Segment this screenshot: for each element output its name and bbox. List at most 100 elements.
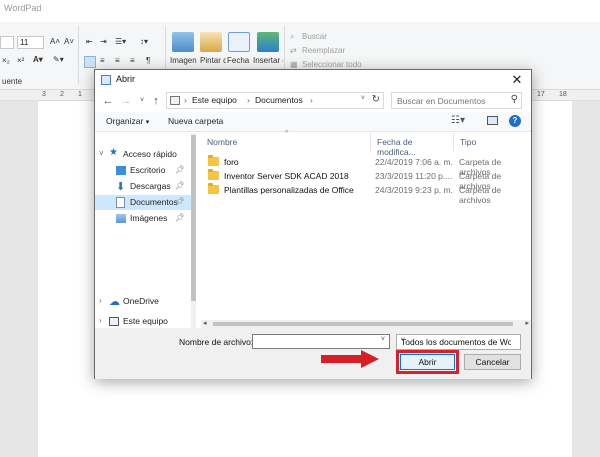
file-row[interactable]: Inventor Server SDK ACAD 2018 23/3/2019 … bbox=[201, 169, 531, 191]
nav-label: Documentos bbox=[130, 197, 178, 207]
font-color-icon[interactable]: A▾ bbox=[33, 55, 43, 64]
column-date[interactable]: Fecha de modifica... bbox=[370, 133, 454, 157]
pin-icon: 📌︎ bbox=[174, 213, 185, 222]
scroll-right-icon[interactable]: ▸ bbox=[525, 319, 529, 327]
superscript-icon[interactable]: ×² bbox=[17, 56, 24, 65]
find-button[interactable]: Buscar bbox=[302, 32, 327, 41]
select-all-icon[interactable]: ▦ bbox=[290, 60, 298, 69]
grow-font-icon[interactable]: A˄ bbox=[50, 37, 60, 46]
up-arrow-icon[interactable]: ↑ bbox=[149, 94, 163, 108]
nav-label: Este equipo bbox=[123, 316, 168, 326]
preview-pane-icon[interactable] bbox=[487, 116, 498, 125]
object-icon[interactable] bbox=[257, 32, 279, 52]
nav-this-pc[interactable]: › Este equipo bbox=[95, 314, 191, 329]
column-type[interactable]: Tipo bbox=[454, 133, 531, 151]
view-options-icon[interactable]: ☷▾ bbox=[451, 115, 465, 126]
increase-indent-icon[interactable]: ⇥ bbox=[100, 37, 107, 46]
back-arrow-icon[interactable]: ← bbox=[101, 94, 115, 108]
chevron-down-icon[interactable]: ˅ bbox=[381, 336, 385, 343]
arrow-head-annotation bbox=[361, 350, 379, 368]
paragraph-icon[interactable]: ¶ bbox=[146, 56, 150, 65]
sort-ascending-icon: ^ bbox=[285, 130, 289, 137]
nav-documents[interactable]: Documentos 📌︎ bbox=[95, 195, 191, 210]
font-group-label: uente bbox=[2, 77, 23, 86]
scrollbar-thumb[interactable] bbox=[213, 322, 513, 326]
decrease-indent-icon[interactable]: ⇤ bbox=[86, 37, 93, 46]
app-title: WordPad bbox=[4, 3, 42, 13]
file-row[interactable]: foro 22/4/2019 7:06 a. m. Carpeta de arc… bbox=[201, 155, 531, 177]
nav-onedrive[interactable]: › ☁ OneDrive bbox=[95, 294, 191, 309]
horizontal-scrollbar[interactable]: ◂ ▸ bbox=[201, 320, 531, 328]
help-icon[interactable]: ? bbox=[509, 115, 521, 127]
address-bar[interactable]: › Este equipo › Documentos › ˅ ↻ bbox=[166, 92, 384, 109]
filetype-select[interactable]: Todos los documentos de Word ˅ bbox=[396, 334, 521, 350]
file-name: Inventor Server SDK ACAD 2018 bbox=[224, 171, 349, 181]
forward-arrow-icon[interactable]: → bbox=[119, 94, 133, 108]
close-icon[interactable]: ✕ bbox=[509, 72, 525, 88]
align-center-icon[interactable]: ≡ bbox=[100, 56, 105, 65]
recent-locations-icon[interactable]: ˅ bbox=[135, 94, 149, 108]
organize-label: Organizar bbox=[106, 116, 144, 126]
document-icon bbox=[116, 197, 125, 208]
image-icon[interactable] bbox=[172, 32, 194, 52]
column-name[interactable]: Nombre bbox=[201, 133, 376, 151]
chevron-down-icon: ▾ bbox=[145, 119, 150, 126]
select-all-button[interactable]: Seleccionar todo bbox=[302, 60, 362, 69]
nav-quick-access[interactable]: ˅ ★ Acceso rápido bbox=[95, 147, 191, 162]
cloud-icon: ☁ bbox=[109, 296, 120, 308]
nav-downloads[interactable]: ⬇ Descargas 📌︎ bbox=[95, 179, 191, 194]
breadcrumb-this-pc[interactable]: Este equipo bbox=[192, 95, 237, 105]
replace-button[interactable]: Reemplazar bbox=[302, 46, 345, 55]
ruler-mark: 17 bbox=[537, 91, 545, 98]
font-size-value: 11 bbox=[20, 38, 29, 47]
highlight-color-icon[interactable]: ✎▾ bbox=[53, 55, 64, 64]
line-spacing-icon[interactable]: ↕▾ bbox=[140, 37, 148, 46]
file-date: 22/4/2019 7:06 a. m. bbox=[375, 157, 453, 167]
breadcrumb-separator-icon: › bbox=[247, 95, 250, 105]
bullets-icon[interactable]: ☰▾ bbox=[115, 37, 126, 46]
font-size-box[interactable]: 11 bbox=[17, 36, 44, 49]
new-folder-button[interactable]: Nueva carpeta bbox=[168, 116, 223, 126]
nav-scrollbar[interactable] bbox=[191, 133, 196, 328]
scrollbar-thumb[interactable] bbox=[191, 135, 196, 301]
ruler-mark: 1 bbox=[78, 91, 82, 98]
organize-button[interactable]: Organizar ▾ bbox=[106, 116, 149, 126]
search-icon[interactable]: ⚲ bbox=[511, 94, 518, 105]
nav-label: Descargas bbox=[130, 181, 171, 191]
chevron-down-icon[interactable]: ˅ bbox=[361, 95, 365, 102]
cancel-button[interactable]: Cancelar bbox=[464, 354, 521, 370]
subscript-icon[interactable]: ×₂ bbox=[2, 56, 10, 65]
align-right-icon[interactable]: ≡ bbox=[115, 56, 120, 65]
pictures-icon bbox=[116, 214, 126, 223]
navigation-pane: ˅ ★ Acceso rápido Escritorio 📌︎ ⬇ Descar… bbox=[95, 133, 197, 328]
font-family-box[interactable] bbox=[0, 36, 14, 49]
justify-icon[interactable]: ≡ bbox=[130, 56, 135, 65]
align-left-icon[interactable] bbox=[84, 56, 96, 68]
folder-icon bbox=[208, 183, 219, 194]
shrink-font-icon[interactable]: A˅ bbox=[64, 37, 74, 46]
file-list: Nombre ^ Fecha de modifica... Tipo foro … bbox=[201, 130, 531, 328]
replace-icon[interactable]: ⇄ bbox=[290, 46, 297, 55]
file-date: 24/3/2019 9:23 p. m. bbox=[375, 185, 453, 195]
nav-pictures[interactable]: Imágenes 📌︎ bbox=[95, 211, 191, 226]
breadcrumb-documents[interactable]: Documentos bbox=[255, 95, 303, 105]
open-dialog: Abrir ✕ ← → ˅ ↑ › Este equipo › Document… bbox=[94, 69, 532, 379]
find-icon[interactable]: ⌕ bbox=[290, 32, 294, 42]
open-button[interactable]: Abrir bbox=[400, 354, 455, 370]
filename-label: Nombre de archivo: bbox=[179, 337, 254, 347]
calendar-icon[interactable] bbox=[228, 32, 250, 52]
datetime-label: Fecha y hora bbox=[227, 56, 251, 65]
scroll-left-icon[interactable]: ◂ bbox=[203, 319, 207, 327]
filename-input[interactable]: ˅ bbox=[252, 334, 390, 349]
refresh-icon[interactable]: ↻ bbox=[372, 94, 380, 105]
computer-icon bbox=[170, 96, 180, 105]
dialog-titlebar[interactable]: Abrir ✕ bbox=[95, 70, 531, 90]
column-label: Fecha de modifica... bbox=[377, 137, 416, 157]
search-box[interactable]: Buscar en Documentos ⚲ bbox=[391, 92, 522, 109]
wordpad-titlebar: WordPad bbox=[0, 0, 600, 22]
wordpad-icon bbox=[101, 75, 111, 85]
paint-icon[interactable] bbox=[200, 32, 222, 52]
file-row[interactable]: Plantillas personalizadas de Office 24/3… bbox=[201, 183, 531, 205]
nav-desktop[interactable]: Escritorio 📌︎ bbox=[95, 163, 191, 178]
pin-icon: 📌︎ bbox=[174, 181, 185, 190]
